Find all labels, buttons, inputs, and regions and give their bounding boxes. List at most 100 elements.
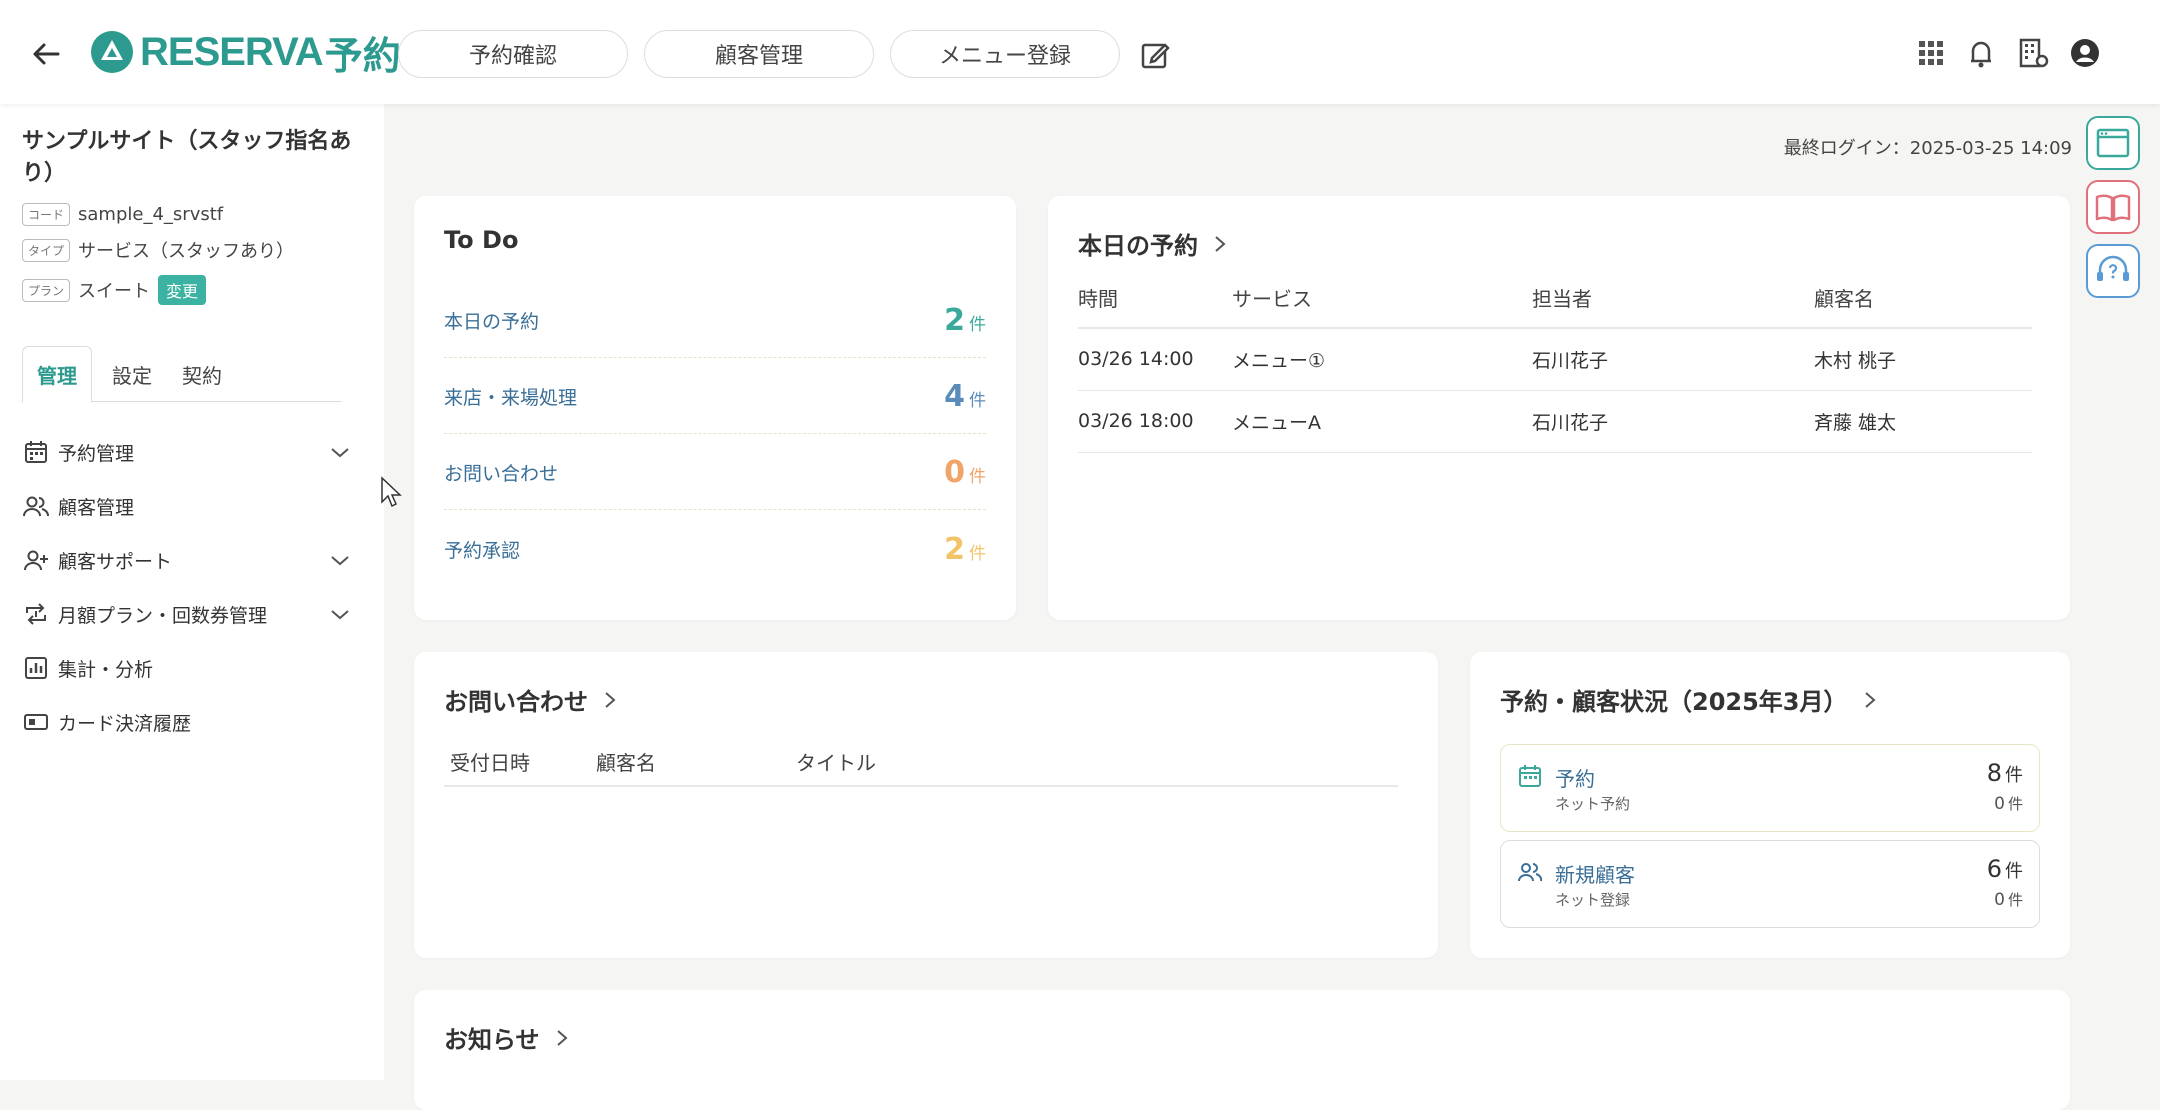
sidebar: サンプルサイト（スタッフ指名あり） コード sample_4_srvstf タイ…	[0, 104, 384, 1080]
chevron-right-icon	[1215, 235, 1226, 252]
chevron-down-icon	[331, 556, 349, 566]
tab-management[interactable]: 管理	[22, 346, 92, 403]
stat-value: 8	[1986, 759, 2002, 787]
chevron-down-icon	[331, 610, 349, 620]
todo-unit: 件	[969, 467, 986, 487]
stat-new-customers[interactable]: 新規顧客 ネット登録 6件 0件	[1500, 840, 2040, 928]
cell-customer: 木村 桃子	[1814, 328, 2032, 391]
stat-unit: 件	[2005, 861, 2023, 882]
sidebar-item-analytics[interactable]: 集計・分析	[22, 648, 352, 688]
site-name: サンプルサイト（スタッフ指名あり）	[22, 129, 352, 186]
support-button[interactable]	[2086, 244, 2140, 298]
todo-count-wrap: 0件	[944, 455, 986, 490]
todo-label: 本日の予約	[444, 311, 540, 333]
todo-count: 4	[944, 379, 965, 414]
nav-menu-register-button[interactable]: メニュー登録	[890, 30, 1120, 78]
stat-sub-value: 0	[1994, 890, 2005, 910]
nav-reservation-confirm-button[interactable]: 予約確認	[398, 30, 628, 78]
cell-service: メニューA	[1232, 390, 1532, 453]
sidebar-item-label: 顧客サポート	[58, 550, 173, 573]
sidebar-item-customer-support[interactable]: 顧客サポート	[22, 540, 352, 580]
repeat-icon	[26, 603, 46, 625]
stat-unit: 件	[2007, 891, 2023, 909]
account-avatar-icon[interactable]	[2068, 36, 2102, 70]
stat-value-wrap: 6件	[1987, 855, 2023, 883]
bell-icon[interactable]	[1964, 36, 1998, 70]
logo-text: RESERVA	[140, 29, 324, 74]
col-service: サービス	[1232, 268, 1532, 329]
users-icon	[1518, 863, 1543, 882]
table-row[interactable]: 03/26 14:00 メニュー① 石川花子 木村 桃子	[1078, 328, 2032, 391]
type-tag: タイプ	[22, 238, 71, 262]
notice-title: お知らせ	[444, 1026, 540, 1054]
todo-unit: 件	[969, 391, 986, 411]
todo-row-approval[interactable]: 予約承認 2件	[444, 512, 986, 586]
status-title-link[interactable]: 予約・顧客状況（2025年3月）	[1500, 682, 1880, 717]
todo-row-visit[interactable]: 来店・来場処理 4件	[444, 360, 986, 434]
browser-preview-button[interactable]	[2086, 116, 2140, 170]
top-header: RESERVA 予約 予約確認 顧客管理 メニュー登録	[0, 0, 2160, 104]
col-received: 受付日時	[444, 738, 596, 787]
headset-help-icon	[2097, 255, 2129, 281]
cell-time: 03/26 18:00	[1078, 390, 1232, 453]
sidebar-item-label: 予約管理	[58, 442, 135, 465]
status-card: 予約・顧客状況（2025年3月） 予約 ネット予約 8件 0件 新規顧客 ネット…	[1470, 652, 2070, 958]
tab-settings[interactable]: 設定	[102, 346, 162, 402]
todo-title: To Do	[444, 226, 519, 254]
chevron-right-icon	[605, 691, 616, 708]
today-title-link[interactable]: 本日の予約	[1078, 226, 1230, 261]
sidebar-item-label: 顧客管理	[58, 496, 135, 519]
stat-unit: 件	[2007, 795, 2023, 813]
browser-window-icon	[2096, 128, 2130, 158]
reserva-logo[interactable]: RESERVA 予約	[90, 28, 401, 78]
col-time: 時間	[1078, 268, 1232, 329]
notice-card: お知らせ	[414, 990, 2070, 1110]
apps-grid-icon[interactable]	[1914, 36, 1948, 70]
last-login: 最終ログイン：2025-03-25 14:09	[1783, 138, 2072, 159]
today-reservations-card: 本日の予約 時間 サービス 担当者 顧客名 03/26 14:00 メニュー① …	[1048, 196, 2070, 620]
cell-service: メニュー①	[1232, 328, 1532, 391]
stat-reservations[interactable]: 予約 ネット予約 8件 0件	[1500, 744, 2040, 832]
user-add-icon	[24, 550, 48, 571]
sidebar-item-label: 集計・分析	[58, 658, 154, 681]
building-settings-icon[interactable]	[2016, 36, 2050, 70]
calendar-icon	[25, 441, 47, 463]
today-title: 本日の予約	[1078, 232, 1198, 260]
code-value: sample_4_srvstf	[78, 203, 224, 225]
table-row[interactable]: 03/26 18:00 メニューA 石川花子 斉藤 雄太	[1078, 390, 2032, 453]
col-customer: 顧客名	[596, 738, 796, 787]
sidebar-item-subscription[interactable]: 月額プラン・回数券管理	[22, 594, 352, 634]
table-header-row: 受付日時 顧客名 タイトル	[444, 738, 1398, 787]
site-type-row: タイプ サービス（スタッフあり）	[22, 236, 294, 264]
sidebar-tabs: 管理 設定 契約	[22, 346, 342, 403]
inquiry-title-link[interactable]: お問い合わせ	[444, 682, 620, 717]
stat-unit: 件	[2005, 765, 2023, 786]
sidebar-item-card-history[interactable]: カード決済履歴	[22, 702, 352, 742]
cell-time: 03/26 14:00	[1078, 328, 1232, 391]
stat-value-wrap: 8件	[1987, 759, 2023, 787]
plan-tag: プラン	[22, 278, 71, 302]
plan-change-button[interactable]: 変更	[158, 275, 207, 305]
stat-sub-value-wrap: 0件	[1994, 793, 2023, 814]
todo-row-inquiry[interactable]: お問い合わせ 0件	[444, 436, 986, 510]
bar-chart-icon	[25, 657, 47, 679]
sidebar-item-customer-management[interactable]: 顧客管理	[22, 486, 352, 526]
chevron-right-icon	[556, 1029, 568, 1046]
todo-card: To Do 本日の予約 2件 来店・来場処理 4件 お問い合わせ 0件 予約承認…	[414, 196, 1016, 620]
site-code-row: コード sample_4_srvstf	[22, 200, 223, 228]
todo-label: 来店・来場処理	[444, 387, 578, 409]
nav-customer-management-button[interactable]: 顧客管理	[644, 30, 874, 78]
col-title: タイトル	[796, 738, 1398, 787]
manual-button[interactable]	[2086, 180, 2140, 234]
sidebar-item-reservation-management[interactable]: 予約管理	[22, 432, 352, 472]
edit-icon[interactable]	[1138, 38, 1172, 72]
cell-staff: 石川花子	[1532, 390, 1814, 453]
todo-row-today[interactable]: 本日の予約 2件	[444, 284, 986, 358]
logo-mark-icon	[91, 31, 133, 73]
tab-contract[interactable]: 契約	[172, 346, 232, 402]
back-arrow-icon[interactable]	[28, 36, 64, 72]
todo-count: 2	[944, 531, 965, 567]
notice-title-link[interactable]: お知らせ	[444, 1020, 572, 1055]
cell-customer: 斉藤 雄太	[1814, 390, 2032, 453]
cell-staff: 石川花子	[1532, 328, 1814, 391]
